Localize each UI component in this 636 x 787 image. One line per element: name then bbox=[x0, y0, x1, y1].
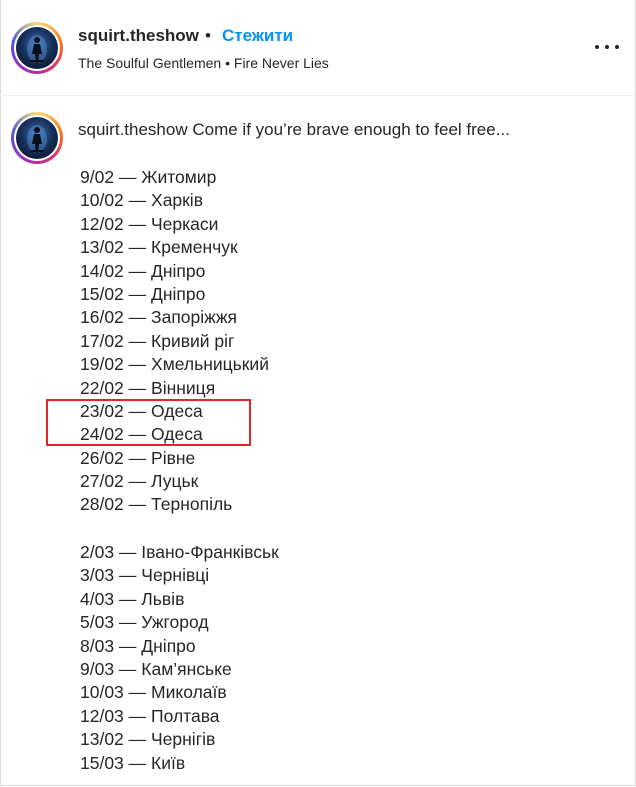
tour-date-item: 9/02 — Житомир bbox=[80, 167, 217, 187]
caption-username[interactable]: squirt.theshow bbox=[78, 120, 188, 139]
music-artist: The Soulful Gentlemen bbox=[78, 55, 222, 71]
tour-date-item: 22/02 — Вінниця bbox=[80, 377, 216, 398]
caption-avatar-image bbox=[16, 117, 58, 159]
tour-date-item: 13/02 — Кременчук bbox=[80, 237, 238, 258]
header-username[interactable]: squirt.theshow bbox=[78, 26, 199, 46]
tour-date-item: 12/03 — Полтава bbox=[80, 705, 220, 726]
tour-date-item: 10/03 — Миколаїв bbox=[80, 682, 227, 703]
caption-text: Come if you’re brave enough to feel free… bbox=[192, 120, 510, 139]
tour-date-item: 13/02 — Чернігів bbox=[80, 729, 216, 750]
header-dot-separator: • bbox=[205, 26, 211, 45]
tour-date-item: 26/02 — Рівне bbox=[80, 447, 196, 468]
music-info[interactable]: The Soulful Gentlemen • Fire Never Lies bbox=[78, 55, 329, 71]
tour-date-item: 8/03 — Дніпро bbox=[80, 635, 196, 656]
tour-date-item: 27/02 — Луцьк bbox=[80, 471, 199, 492]
caption-avatar[interactable] bbox=[11, 112, 63, 164]
tour-date-item: 12/02 — Черкаси bbox=[80, 213, 219, 234]
tour-date-item: 2/03 — Івано-Франківськ bbox=[80, 542, 279, 562]
follow-button[interactable]: Стежити bbox=[222, 26, 293, 46]
tour-date-item: 9/03 — Кам’янське bbox=[80, 658, 232, 679]
caption-header: squirt.theshow Come if you’re brave enou… bbox=[78, 120, 510, 140]
tour-date-item: 10/02 — Харків bbox=[80, 190, 203, 211]
more-options-icon[interactable] bbox=[594, 38, 620, 56]
music-track: Fire Never Lies bbox=[233, 55, 329, 71]
post-header: squirt.theshow • Стежити The Soulful Gen… bbox=[0, 0, 634, 96]
tour-date-item: 15/03 — Київ bbox=[80, 752, 186, 773]
music-separator: • bbox=[225, 55, 230, 71]
tour-date-item: 3/03 — Чернівці bbox=[80, 565, 210, 586]
highlight-box bbox=[46, 399, 251, 446]
tour-date-item: 5/03 — Ужгород bbox=[80, 612, 209, 633]
profile-avatar[interactable] bbox=[11, 22, 63, 74]
tour-date-item: 28/02 — Тернопіль bbox=[80, 494, 233, 515]
tour-date-item: 14/02 — Дніпро bbox=[80, 260, 206, 281]
tour-date-item: 19/02 — Хмельницький bbox=[80, 354, 269, 375]
tour-dates-february: 9/02 — Житомир 10/02 — Харків 12/02 — Черк… bbox=[80, 166, 269, 517]
tour-date-item: 15/02 — Дніпро bbox=[80, 283, 206, 304]
tour-date-item: 16/02 — Запоріжжя bbox=[80, 307, 238, 328]
tour-date-item: 4/03 — Львів bbox=[80, 588, 185, 609]
tour-date-item: 17/02 — Кривий ріг bbox=[80, 330, 235, 351]
tour-dates-march: 2/03 — Івано-Франківськ 3/03 — Чернівці 4/… bbox=[80, 541, 279, 775]
avatar-image bbox=[16, 27, 58, 69]
